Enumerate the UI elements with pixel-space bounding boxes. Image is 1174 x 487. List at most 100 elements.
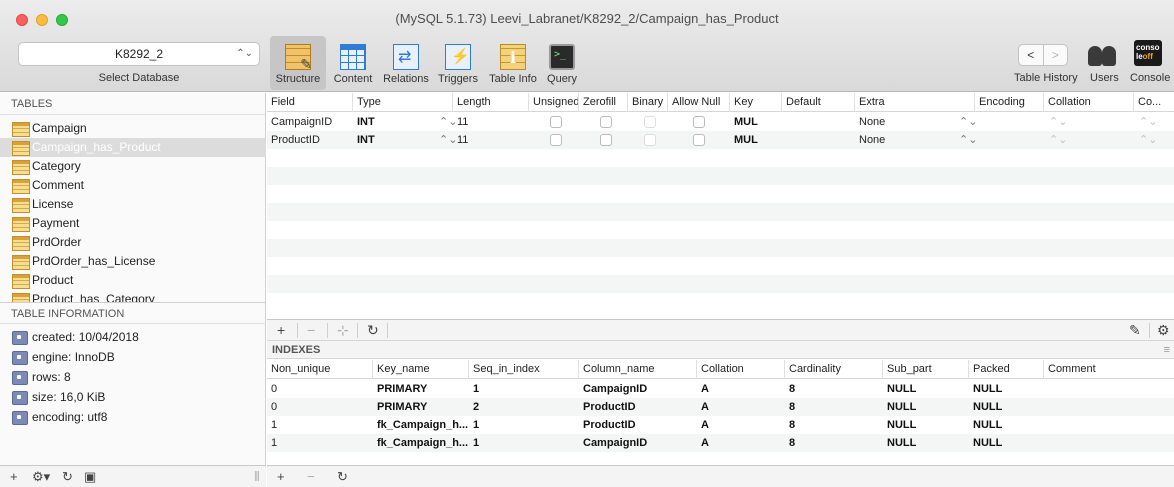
structure-header: Field Type Length Unsigned Zerofill Bina… (267, 93, 1174, 112)
add-index-button[interactable]: + (277, 469, 285, 485)
index-packed: NULL (973, 437, 1003, 449)
updown-chevron-icon[interactable]: ⌃⌄ (1135, 131, 1157, 149)
zerofill-checkbox[interactable] (600, 116, 612, 128)
column-header-encoding[interactable]: Encoding (975, 93, 1044, 112)
column-header-cardinality[interactable]: Cardinality (785, 360, 883, 379)
table-row[interactable]: 1 fk_Campaign_h... 1 ProductID A 8 NULL … (267, 416, 1174, 434)
back-button[interactable]: < (1019, 45, 1043, 65)
resize-handle-icon[interactable]: ⦀ (254, 469, 260, 485)
index-key-name: PRIMARY (377, 401, 428, 413)
column-header-default[interactable]: Default (782, 93, 855, 112)
updown-chevron-icon[interactable]: ⌃⌄ (1045, 131, 1067, 149)
updown-chevron-icon[interactable]: ⌃⌄ (955, 131, 977, 149)
console-icon-bottom-text: le (1136, 52, 1143, 61)
field-name[interactable]: ProductID (267, 131, 320, 149)
column-header-type[interactable]: Type (353, 93, 453, 112)
column-header-column-name[interactable]: Column_name (579, 360, 697, 379)
zerofill-checkbox[interactable] (600, 134, 612, 146)
updown-chevron-icon[interactable]: ⌃⌄ (1135, 113, 1157, 131)
refresh-indexes-button[interactable]: ↻ (337, 469, 348, 485)
sidebar-item-payment[interactable]: Payment (0, 214, 266, 233)
sidebar-item-category[interactable]: Category (0, 157, 266, 176)
table-row[interactable]: 1 fk_Campaign_h... 1 CampaignID A 8 NULL… (267, 434, 1174, 452)
allow-null-checkbox[interactable] (693, 134, 705, 146)
refresh-structure-button[interactable]: ↻ (367, 322, 379, 338)
index-cardinality: 8 (789, 401, 796, 413)
index-non-unique: 1 (271, 437, 278, 449)
column-header-key-name[interactable]: Key_name (373, 360, 469, 379)
database-select[interactable]: K8292_2 ⌃⌄ (18, 42, 260, 66)
updown-chevron-icon[interactable]: ⌃⌄ (955, 113, 977, 131)
table-row[interactable]: 0 PRIMARY 2 ProductID A 8 NULL NULL (267, 398, 1174, 416)
gear-icon[interactable]: ⚙ (1157, 322, 1170, 338)
tab-structure[interactable]: Structure (270, 36, 326, 90)
field-type[interactable]: INT (353, 131, 375, 149)
column-header-zerofill[interactable]: Zerofill (579, 93, 628, 112)
field-length[interactable]: 11 (453, 113, 468, 131)
menu-icon[interactable]: ≡ (1164, 341, 1170, 359)
column-header-seq-in-index[interactable]: Seq_in_index (469, 360, 579, 379)
sidebar-item-product[interactable]: Product (0, 271, 266, 290)
column-header-unsigned[interactable]: Unsigned (529, 93, 579, 112)
field-type[interactable]: INT (353, 113, 375, 131)
column-header-field[interactable]: Field (267, 93, 353, 112)
forward-button[interactable]: > (1042, 45, 1068, 65)
column-header-non-unique[interactable]: Non_unique (267, 360, 373, 379)
binary-checkbox[interactable] (644, 134, 656, 146)
sidebar-item-product-has-category[interactable]: Product_has_Category (0, 290, 266, 302)
gear-menu-button[interactable]: ⚙▾ (32, 469, 50, 485)
column-header-comment[interactable]: Co... (1134, 93, 1174, 112)
tab-relations[interactable]: Relations (379, 40, 433, 90)
sidebar-item-prdorder[interactable]: PrdOrder (0, 233, 266, 252)
add-table-button[interactable]: + (10, 469, 18, 485)
binary-checkbox[interactable] (644, 116, 656, 128)
console-label: Console (1130, 72, 1171, 84)
sidebar-item-campaign-has-product[interactable]: Campaign_has_Product (0, 138, 266, 157)
duplicate-field-button[interactable]: ⊹ (337, 322, 349, 338)
index-seq: 1 (473, 383, 480, 395)
field-extra[interactable]: None (855, 131, 885, 149)
structure-icon (285, 44, 312, 73)
column-header-comment[interactable]: Comment (1044, 360, 1174, 379)
updown-chevron-icon[interactable]: ⌃⌄ (1045, 113, 1067, 131)
remove-index-button[interactable]: − (307, 469, 315, 485)
table-row[interactable]: CampaignID INT ⌃⌄ 11 MUL None ⌃⌄ ⌃⌄ ⌃⌄ (267, 113, 1174, 131)
sidebar-item-license[interactable]: License (0, 195, 266, 214)
add-field-button[interactable]: + (277, 322, 285, 338)
tab-table-info[interactable]: Table Info (484, 40, 542, 90)
field-extra[interactable]: None (855, 113, 885, 131)
sidebar-item-prdorder-has-license[interactable]: PrdOrder_has_License (0, 252, 266, 271)
unsigned-checkbox[interactable] (550, 134, 562, 146)
column-header-length[interactable]: Length (453, 93, 529, 112)
sidebar-item-campaign[interactable]: Campaign (0, 119, 266, 138)
index-collation: A (701, 419, 709, 431)
allow-null-checkbox[interactable] (693, 116, 705, 128)
column-header-collation[interactable]: Collation (697, 360, 785, 379)
table-row[interactable]: 0 PRIMARY 1 CampaignID A 8 NULL NULL (267, 380, 1174, 398)
index-seq: 2 (473, 401, 480, 413)
info-encoding: encoding: utf8 (0, 407, 266, 427)
tables-list[interactable]: Campaign Campaign_has_Product Category C… (0, 116, 266, 302)
edit-pencil-icon[interactable]: ✎ (1129, 322, 1141, 338)
column-header-extra[interactable]: Extra (855, 93, 975, 112)
tab-relations-label: Relations (383, 73, 429, 85)
column-header-sub-part[interactable]: Sub_part (883, 360, 969, 379)
column-header-allow-null[interactable]: Allow Null (668, 93, 730, 112)
tab-query[interactable]: Query (542, 40, 582, 90)
column-header-binary[interactable]: Binary (628, 93, 668, 112)
filter-tables-button[interactable]: ▣ (84, 469, 96, 485)
unsigned-checkbox[interactable] (550, 116, 562, 128)
column-header-packed[interactable]: Packed (969, 360, 1044, 379)
remove-field-button[interactable]: − (307, 322, 315, 338)
table-row[interactable]: ProductID INT ⌃⌄ 11 MUL None ⌃⌄ ⌃⌄ ⌃⌄ (267, 131, 1174, 149)
refresh-tables-button[interactable]: ↻ (62, 469, 73, 485)
field-length[interactable]: 11 (453, 131, 468, 149)
tab-content[interactable]: Content (328, 40, 378, 90)
divider (387, 323, 388, 338)
column-header-key[interactable]: Key (730, 93, 782, 112)
app-window: (MySQL 5.1.73) Leevi_Labranet/K8292_2/Ca… (0, 0, 1174, 487)
sidebar-item-comment[interactable]: Comment (0, 176, 266, 195)
field-name[interactable]: CampaignID (267, 113, 332, 131)
column-header-collation[interactable]: Collation (1044, 93, 1134, 112)
tab-triggers[interactable]: Triggers (434, 40, 482, 90)
